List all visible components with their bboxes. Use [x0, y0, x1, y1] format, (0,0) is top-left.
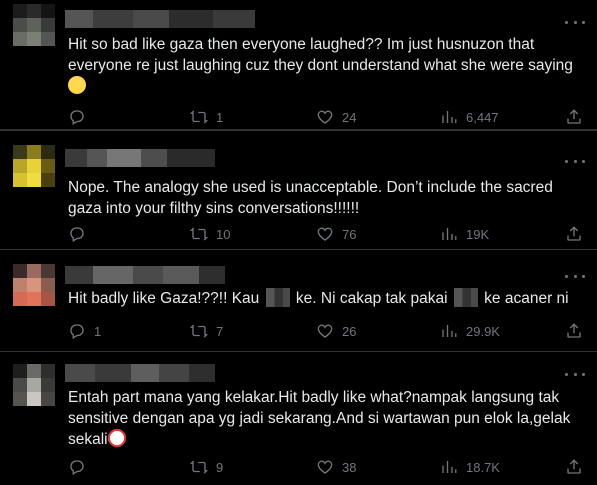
- view-count: 29.9K: [466, 323, 500, 339]
- like-button[interactable]: 24: [316, 107, 356, 127]
- username-redacted[interactable]: [65, 149, 215, 167]
- view-count: 6,447: [466, 109, 499, 125]
- reply-icon: [70, 324, 84, 339]
- avatar[interactable]: [13, 145, 55, 187]
- like-button[interactable]: 26: [316, 321, 356, 341]
- reply-text-line: Entah part mana yang kelakar.Hit badly l…: [68, 389, 560, 406]
- more-icon[interactable]: [565, 270, 585, 282]
- repost-button[interactable]: 10: [190, 224, 230, 244]
- reply-actions: 9 38 18.7K: [68, 457, 583, 477]
- share-icon: [567, 459, 581, 474]
- reply-text-line: everyone re just laughing cuz they dont …: [68, 57, 573, 74]
- redacted-word: [265, 288, 290, 307]
- repost-icon: [190, 110, 208, 124]
- reply-text-part: ke acaner ni: [484, 290, 569, 307]
- reply-count: 1: [94, 323, 102, 339]
- reply-icon: [70, 460, 84, 475]
- username-redacted[interactable]: [65, 266, 225, 284]
- like-count: 26: [342, 323, 357, 339]
- reply-text-line: sensitive dengan apa yg jadi sekarang.An…: [68, 410, 571, 427]
- reply-item[interactable]: Entah part mana yang kelakar.Hit badly l…: [0, 352, 597, 485]
- reply-button[interactable]: [68, 457, 94, 477]
- view-count: 19K: [466, 226, 490, 242]
- reply-text: Hit so bad like gaza then everyone laugh…: [68, 34, 577, 97]
- dizzy-face-emoji-icon: [68, 76, 86, 94]
- views-button[interactable]: 6,447: [440, 107, 499, 127]
- repost-icon: [190, 227, 208, 241]
- reply-item[interactable]: Hit so bad like gaza then everyone laugh…: [0, 0, 597, 130]
- share-icon: [567, 323, 581, 338]
- avatar[interactable]: [13, 264, 55, 306]
- share-button[interactable]: [565, 107, 583, 127]
- view-count: 18.7K: [466, 459, 500, 475]
- redacted-word: [453, 288, 478, 307]
- views-icon: [442, 461, 457, 473]
- like-icon: [317, 227, 333, 241]
- reply-text-line: Hit so bad like gaza then everyone laugh…: [68, 36, 535, 53]
- reply-item[interactable]: Hit badly like Gaza!??!! Kau ke. Ni caka…: [0, 250, 597, 352]
- share-icon: [567, 109, 581, 124]
- reply-text: Nope. The analogy she used is unacceptab…: [68, 177, 577, 219]
- repost-button[interactable]: 1: [190, 107, 223, 127]
- share-button[interactable]: [565, 224, 583, 244]
- repost-count: 7: [216, 323, 224, 339]
- more-icon[interactable]: [565, 155, 585, 167]
- views-button[interactable]: 18.7K: [440, 457, 500, 477]
- repost-button[interactable]: 7: [190, 321, 223, 341]
- like-button[interactable]: 38: [316, 457, 356, 477]
- like-icon: [317, 110, 333, 124]
- views-button[interactable]: 19K: [440, 224, 489, 244]
- reply-button[interactable]: 1: [68, 321, 101, 341]
- reply-text: Entah part mana yang kelakar.Hit badly l…: [68, 387, 577, 450]
- reply-item[interactable]: Nope. The analogy she used is unacceptab…: [0, 130, 597, 250]
- reply-actions: 10 76 19K: [68, 224, 583, 244]
- like-icon: [317, 460, 333, 474]
- reply-button[interactable]: [68, 107, 94, 127]
- repost-icon: [190, 460, 208, 474]
- username-redacted[interactable]: [65, 364, 215, 382]
- share-button[interactable]: [565, 457, 583, 477]
- share-icon: [567, 226, 581, 241]
- reply-icon: [70, 227, 84, 242]
- views-icon: [442, 325, 457, 337]
- reply-text-line: Nope. The analogy she used is unacceptab…: [68, 179, 553, 196]
- repost-button[interactable]: 9: [190, 457, 223, 477]
- repost-count: 9: [216, 459, 224, 475]
- more-icon[interactable]: [565, 16, 585, 28]
- clown-face-emoji-icon: [107, 429, 126, 447]
- views-button[interactable]: 29.9K: [440, 321, 500, 341]
- reply-actions: 1 7 26 29.9K: [68, 321, 583, 341]
- repost-count: 10: [216, 226, 231, 242]
- repost-count: 1: [216, 109, 224, 125]
- like-count: 76: [342, 226, 357, 242]
- reply-text: Hit badly like Gaza!??!! Kau ke. Ni caka…: [68, 288, 577, 309]
- like-icon: [317, 324, 333, 338]
- views-icon: [442, 111, 457, 123]
- reply-icon: [70, 110, 84, 125]
- share-button[interactable]: [565, 321, 583, 341]
- reply-actions: 1 24 6,447: [68, 107, 583, 127]
- more-icon[interactable]: [565, 368, 585, 380]
- reply-text-line: sekali: [68, 431, 108, 448]
- views-icon: [442, 228, 457, 240]
- reply-text-line: gaza into your filthy sins conversations…: [68, 200, 360, 217]
- like-button[interactable]: 76: [316, 224, 356, 244]
- reply-text-part: ke. Ni cakap tak pakai: [295, 290, 448, 307]
- avatar[interactable]: [13, 4, 55, 46]
- avatar[interactable]: [13, 364, 55, 406]
- reply-text-part: Hit badly like Gaza!??!! Kau: [68, 290, 260, 307]
- repost-icon: [190, 324, 208, 338]
- reply-button[interactable]: [68, 224, 94, 244]
- like-count: 24: [342, 109, 357, 125]
- like-count: 38: [342, 459, 357, 475]
- username-redacted[interactable]: [65, 10, 255, 28]
